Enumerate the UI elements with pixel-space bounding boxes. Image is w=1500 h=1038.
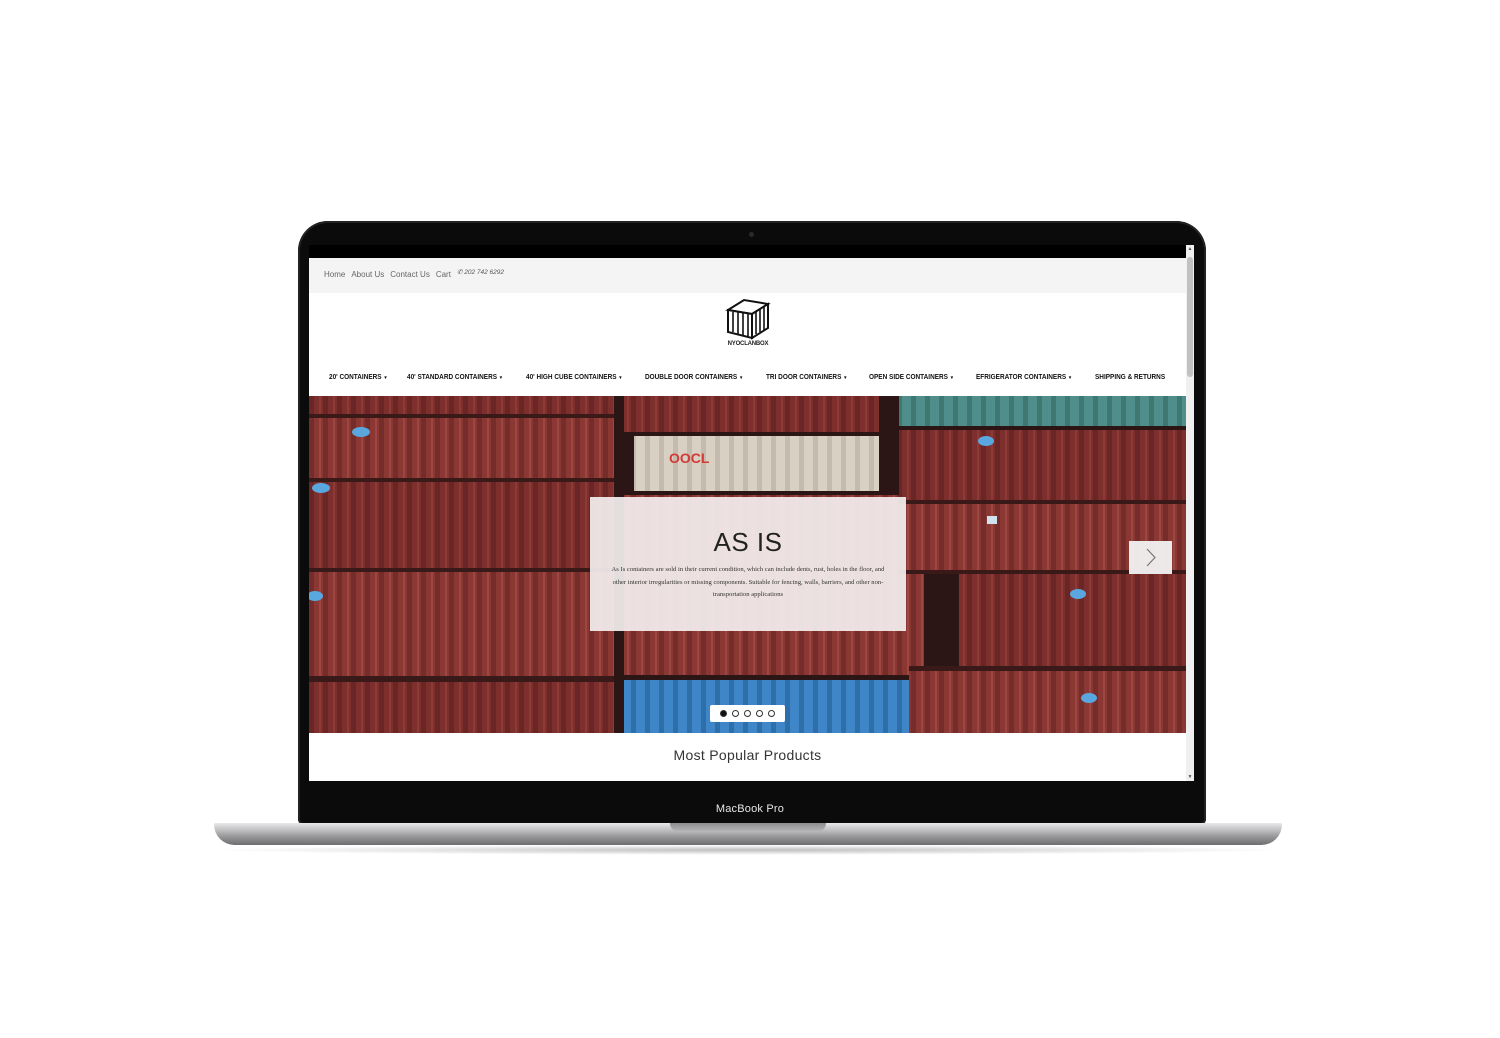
camera-icon <box>749 232 754 237</box>
chevron-down-icon: ▾ <box>619 375 622 381</box>
utility-bar: Home About Us Contact Us Cart ✆ 202 742 … <box>309 258 1186 293</box>
nav-item-40ft-standard-containers[interactable]: 40' STANDARD CONTAINERS ▾ <box>407 374 502 381</box>
shipping-container-logo-icon <box>725 298 771 340</box>
section-title: Most Popular Products <box>673 747 822 763</box>
nav-item-shipping-returns[interactable]: SHIPPING & RETURNS <box>1095 374 1165 381</box>
laptop-notch <box>670 823 826 832</box>
scroll-up-icon[interactable]: ▲ <box>1186 246 1194 252</box>
chevron-down-icon: ▾ <box>1068 375 1072 381</box>
chevron-down-icon: ▾ <box>384 375 387 381</box>
slider-next-button[interactable] <box>1129 541 1172 574</box>
chevron-down-icon: ▾ <box>499 375 503 381</box>
utility-links: Home About Us Contact Us Cart <box>324 270 451 279</box>
slide-description: As Is containers are sold in their curre… <box>611 566 885 598</box>
chevron-right-icon <box>1146 548 1156 567</box>
contact-us-link[interactable]: Contact Us <box>390 270 430 279</box>
slider-dot-5[interactable] <box>768 710 775 717</box>
hero-slider[interactable]: OOCL AS IS As Is containers are sold in … <box>309 396 1186 733</box>
laptop-shadow <box>205 845 1291 855</box>
browser-top-bar <box>309 245 1194 258</box>
phone-number[interactable]: ✆ 202 742 6292 <box>457 268 504 276</box>
nav-item-tri-door-containers[interactable]: TRI DOOR CONTAINERS ▾ <box>766 374 846 381</box>
chevron-down-icon: ▾ <box>950 375 954 381</box>
device-model-label: MacBook Pro <box>715 803 785 815</box>
about-us-link[interactable]: About Us <box>351 270 384 279</box>
scroll-thumb[interactable] <box>1187 257 1193 377</box>
nav-item-40ft-high-cube-containers[interactable]: 40' HIGH CUBE CONTAINERS ▾ <box>526 374 622 381</box>
scroll-down-icon[interactable]: ▼ <box>1186 774 1194 780</box>
browser-viewport: Home About Us Contact Us Cart ✆ 202 742 … <box>309 245 1194 781</box>
slider-dot-3[interactable] <box>744 710 751 717</box>
nav-item-open-side-containers[interactable]: OPEN SIDE CONTAINERS ▾ <box>869 374 953 381</box>
slide-title: AS IS <box>713 527 783 557</box>
logo-text: NYOCLANBOX <box>727 341 769 347</box>
chevron-down-icon: ▾ <box>740 375 743 381</box>
site-logo[interactable]: NYOCLANBOX <box>717 296 779 356</box>
cart-link[interactable]: Cart <box>436 270 451 279</box>
slider-dot-2[interactable] <box>732 710 739 717</box>
home-link[interactable]: Home <box>324 270 345 279</box>
slider-dot-1[interactable] <box>720 710 727 717</box>
nav-item-20ft-containers[interactable]: 20' CONTAINERS ▾ <box>329 374 387 381</box>
main-nav: 20' CONTAINERS ▾ 40' STANDARD CONTAINERS ▾… <box>329 374 1171 381</box>
slider-pagination <box>710 705 785 722</box>
page-scrollbar[interactable]: ▲ ▼ <box>1186 245 1194 781</box>
container-brand-logo: OOCL <box>669 450 710 466</box>
chevron-down-icon: ▾ <box>844 375 847 381</box>
nav-item-refrigerator-containers[interactable]: EFRIGERATOR CONTAINERS ▾ <box>976 374 1071 381</box>
nav-item-double-door-containers[interactable]: DOUBLE DOOR CONTAINERS ▾ <box>645 374 742 381</box>
slider-dot-4[interactable] <box>756 710 763 717</box>
slide-caption: AS IS As Is containers are sold in their… <box>590 497 906 631</box>
